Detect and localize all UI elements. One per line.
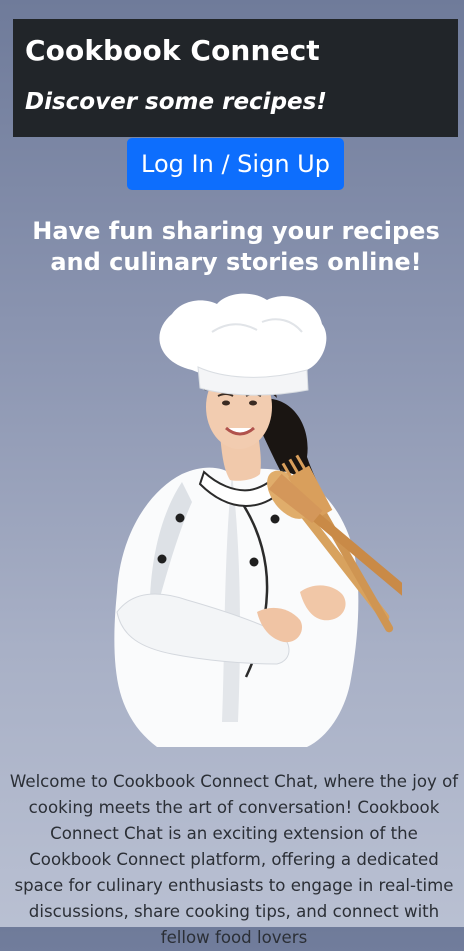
site-subtitle: Discover some recipes! xyxy=(25,89,327,115)
site-header: Cookbook Connect Discover some recipes! xyxy=(13,19,458,137)
login-signup-button[interactable]: Log In / Sign Up xyxy=(127,138,344,190)
chef-image xyxy=(114,293,402,747)
site-title: Cookbook Connect xyxy=(25,34,320,67)
hero-tagline: Have fun sharing your recipes and culina… xyxy=(32,217,440,276)
intro-paragraph: Welcome to Cookbook Connect Chat, where … xyxy=(9,772,459,947)
